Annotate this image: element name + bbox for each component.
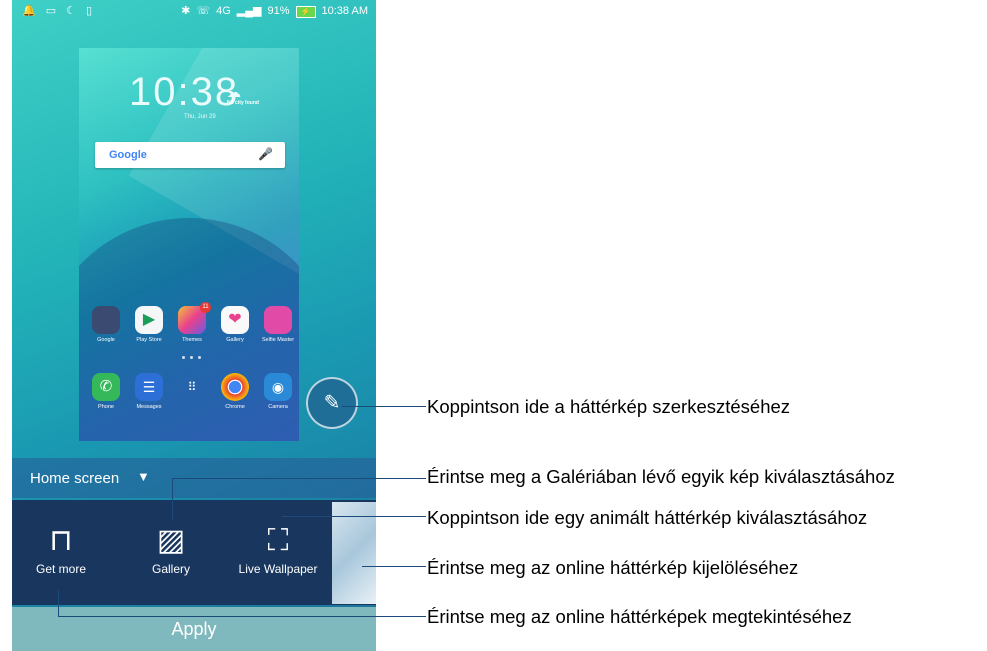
app-label: Play Store	[136, 337, 162, 343]
dropdown-caret-icon: ▼	[137, 469, 150, 484]
app-label: Messages	[136, 404, 162, 410]
page-dots	[182, 356, 201, 359]
leader-line	[342, 406, 426, 407]
leader-line	[58, 616, 426, 617]
network-label: 4G	[216, 5, 231, 17]
app-label: Google	[97, 337, 115, 343]
leader-line	[172, 478, 426, 479]
app-label: Themes	[182, 337, 202, 343]
app-label: Gallery	[226, 337, 244, 343]
play-store-icon: ▶	[135, 306, 163, 334]
gallery-image-icon: ▨	[156, 524, 186, 557]
status-bar: 🔔 ▭ ☾ ▯ ✱ ☏ 4G ▂▄▆ 91% ⚡ 10:38 AM	[12, 0, 376, 24]
app-phone: ✆ Phone	[85, 373, 127, 410]
chrome-icon	[221, 373, 249, 401]
leader-line	[172, 478, 173, 520]
app-chrome: Chrome	[214, 373, 256, 410]
app-themes: 11 Themes	[171, 302, 213, 343]
app-label: Phone	[98, 404, 114, 410]
status-time: 10:38 AM	[321, 5, 368, 17]
gallery-button[interactable]: ▨ Gallery	[126, 520, 216, 576]
google-logo: Google	[109, 149, 147, 161]
app-messages: ☰ Messages	[128, 373, 170, 410]
phone-screen: 🔔 ▭ ☾ ▯ ✱ ☏ 4G ▂▄▆ 91% ⚡ 10:38 AM 10:38 …	[12, 0, 376, 651]
app-gallery: ❤ Gallery	[214, 306, 256, 343]
messages-icon: ☰	[135, 373, 163, 401]
wallpaper-preview[interactable]: 10:38 ☁ No city found Thu, Jun 29 Google…	[79, 48, 299, 441]
annotation-online-select: Érintse meg az online háttérkép kijelölé…	[427, 557, 799, 578]
notification-badge: 11	[200, 302, 211, 313]
battery-icon: ⚡	[295, 5, 316, 18]
annotation-edit: Koppintson ide a háttérkép szerkesztéséh…	[427, 396, 791, 417]
alarm-icon: 🔔	[22, 5, 36, 17]
app-camera: ◉ Camera	[257, 373, 299, 410]
app-play-store: ▶ Play Store	[128, 306, 170, 343]
live-wallpaper-icon: ⛶	[267, 524, 289, 557]
leader-line	[282, 516, 426, 517]
apply-button[interactable]: Apply	[12, 607, 376, 651]
sd-card-icon: ▯	[85, 5, 93, 17]
themes-icon: 11	[178, 302, 211, 334]
weather-text: No city found	[227, 100, 259, 106]
app-drawer-icon: ⠿	[187, 380, 197, 394]
image-icon: ▭	[45, 5, 57, 17]
moon-icon: ☾	[66, 5, 76, 17]
annotation-gallery: Érintse meg a Galériában lévő egyik kép …	[427, 466, 895, 487]
live-wallpaper-button[interactable]: ⛶ Live Wallpaper	[233, 520, 323, 576]
get-more-label: Get more	[35, 562, 86, 576]
get-more-button[interactable]: ⊓ Get more	[16, 520, 106, 576]
cloud-icon: ☁	[227, 84, 241, 100]
home-screen-label: Home screen	[30, 470, 120, 487]
app-label: Camera	[268, 404, 288, 410]
selfie-master-icon	[264, 306, 292, 334]
app-label: Selfie Master	[261, 337, 295, 343]
phone-icon: ✆	[92, 373, 120, 401]
gallery-icon: ❤	[221, 306, 249, 334]
preview-clock: 10:38	[129, 70, 240, 114]
live-wallpaper-label: Live Wallpaper	[238, 562, 318, 576]
app-drawer: ⠿	[171, 373, 213, 404]
leader-line	[362, 566, 426, 567]
edit-wallpaper-button[interactable]: ✎	[306, 377, 358, 429]
google-folder-icon	[92, 306, 120, 334]
preview-date: Thu, Jun 29	[184, 114, 216, 120]
paint-roller-icon: ⊓	[49, 524, 73, 557]
weather-widget: ☁ No city found	[227, 84, 259, 106]
leader-line	[58, 590, 59, 617]
gallery-label: Gallery	[151, 562, 190, 576]
annotation-online-view: Érintse meg az online háttérképek megtek…	[427, 606, 852, 627]
edit-image-icon: ✎	[323, 392, 341, 414]
google-search-bar: Google 🎤	[95, 142, 285, 168]
app-selfie-master: Selfie Master	[257, 306, 299, 343]
camera-icon: ◉	[264, 373, 292, 401]
mic-icon: 🎤	[258, 147, 273, 161]
app-label: Chrome	[225, 404, 245, 410]
signal-icon: ▂▄▆	[236, 5, 262, 17]
app-google: Google	[85, 306, 127, 343]
bluetooth-icon: ✱	[181, 5, 191, 17]
annotation-live: Koppintson ide egy animált háttérkép kiv…	[427, 507, 868, 528]
wifi-call-icon: ☏	[196, 5, 211, 17]
battery-percent: 91%	[267, 5, 290, 17]
online-wallpaper-thumbnail[interactable]	[332, 502, 376, 604]
